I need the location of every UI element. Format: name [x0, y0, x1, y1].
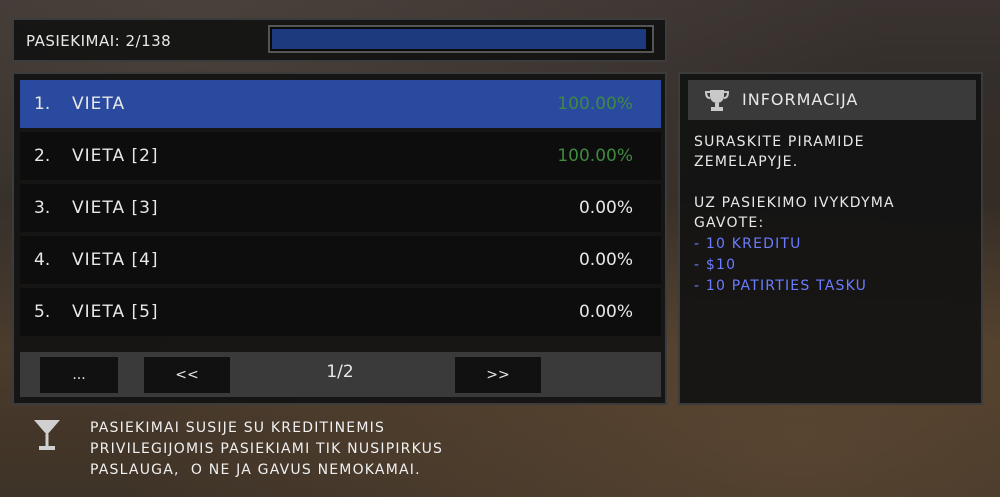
- achievement-row[interactable]: 2. VIETA [2] 100.00%: [20, 132, 661, 180]
- trophy-icon: [704, 90, 730, 111]
- row-percentage: 0.00%: [578, 302, 633, 322]
- previous-page-button[interactable]: <<: [144, 357, 230, 393]
- row-number: 1.: [34, 94, 51, 114]
- more-button[interactable]: ...: [40, 357, 118, 393]
- page-indicator: 1/2: [326, 362, 354, 382]
- row-name: VIETA [2]: [72, 146, 159, 166]
- pagination-bar: ... << 1/2 >>: [20, 352, 661, 397]
- achievements-count-label: PASIEKIMAI: 2/138: [26, 32, 172, 50]
- row-number: 3.: [34, 198, 51, 218]
- reward-item: - $10: [694, 257, 737, 273]
- cocktail-glass-icon: [34, 420, 60, 450]
- row-name: VIETA [5]: [72, 302, 159, 322]
- footer-note-line: PRIVILEGIJOMIS PASIEKIAMI TIK NUSIPIRKUS: [90, 441, 444, 457]
- achievement-row[interactable]: 5. VIETA [5] 0.00%: [20, 288, 661, 336]
- row-number: 5.: [34, 302, 51, 322]
- achievements-list-panel: 1. VIETA 100.00% 2. VIETA [2] 100.00% 3.…: [12, 72, 667, 405]
- row-name: VIETA [4]: [72, 250, 159, 270]
- row-percentage: 100.00%: [557, 146, 633, 166]
- progress-bar-fill: [272, 29, 647, 49]
- next-page-button[interactable]: >>: [455, 357, 541, 393]
- info-description-line: ZEMELAPYJE.: [694, 154, 799, 170]
- achievements-progress-bar: [268, 25, 654, 53]
- footer-note-line: PASIEKIMAI SUSIJE SU KREDITINEMIS: [90, 420, 386, 436]
- reward-heading-line: GAVOTE:: [694, 215, 765, 231]
- reward-item: - 10 KREDITU: [694, 236, 802, 252]
- footer-note-line: PASLAUGA, O NE JA GAVUS NEMOKAMAI.: [90, 462, 421, 478]
- information-title: INFORMACIJA: [742, 90, 859, 109]
- row-name: VIETA [3]: [72, 198, 159, 218]
- row-percentage: 0.00%: [578, 250, 633, 270]
- achievement-row[interactable]: 1. VIETA 100.00%: [20, 80, 661, 128]
- info-description-line: SURASKITE PIRAMIDE: [694, 134, 865, 150]
- achievements-progress-panel: PASIEKIMAI: 2/138: [12, 18, 667, 62]
- information-header: INFORMACIJA: [688, 80, 976, 120]
- achievement-row[interactable]: 3. VIETA [3] 0.00%: [20, 184, 661, 232]
- row-percentage: 100.00%: [557, 94, 633, 114]
- information-panel: INFORMACIJA SURASKITE PIRAMIDE ZEMELAPYJ…: [678, 72, 983, 405]
- row-number: 2.: [34, 146, 51, 166]
- achievement-row[interactable]: 4. VIETA [4] 0.00%: [20, 236, 661, 284]
- row-percentage: 0.00%: [578, 198, 633, 218]
- reward-heading-line: UZ PASIEKIMO IVYKDYMA: [694, 195, 895, 211]
- row-name: VIETA: [72, 94, 126, 114]
- row-number: 4.: [34, 250, 51, 270]
- reward-item: - 10 PATIRTIES TASKU: [694, 278, 868, 294]
